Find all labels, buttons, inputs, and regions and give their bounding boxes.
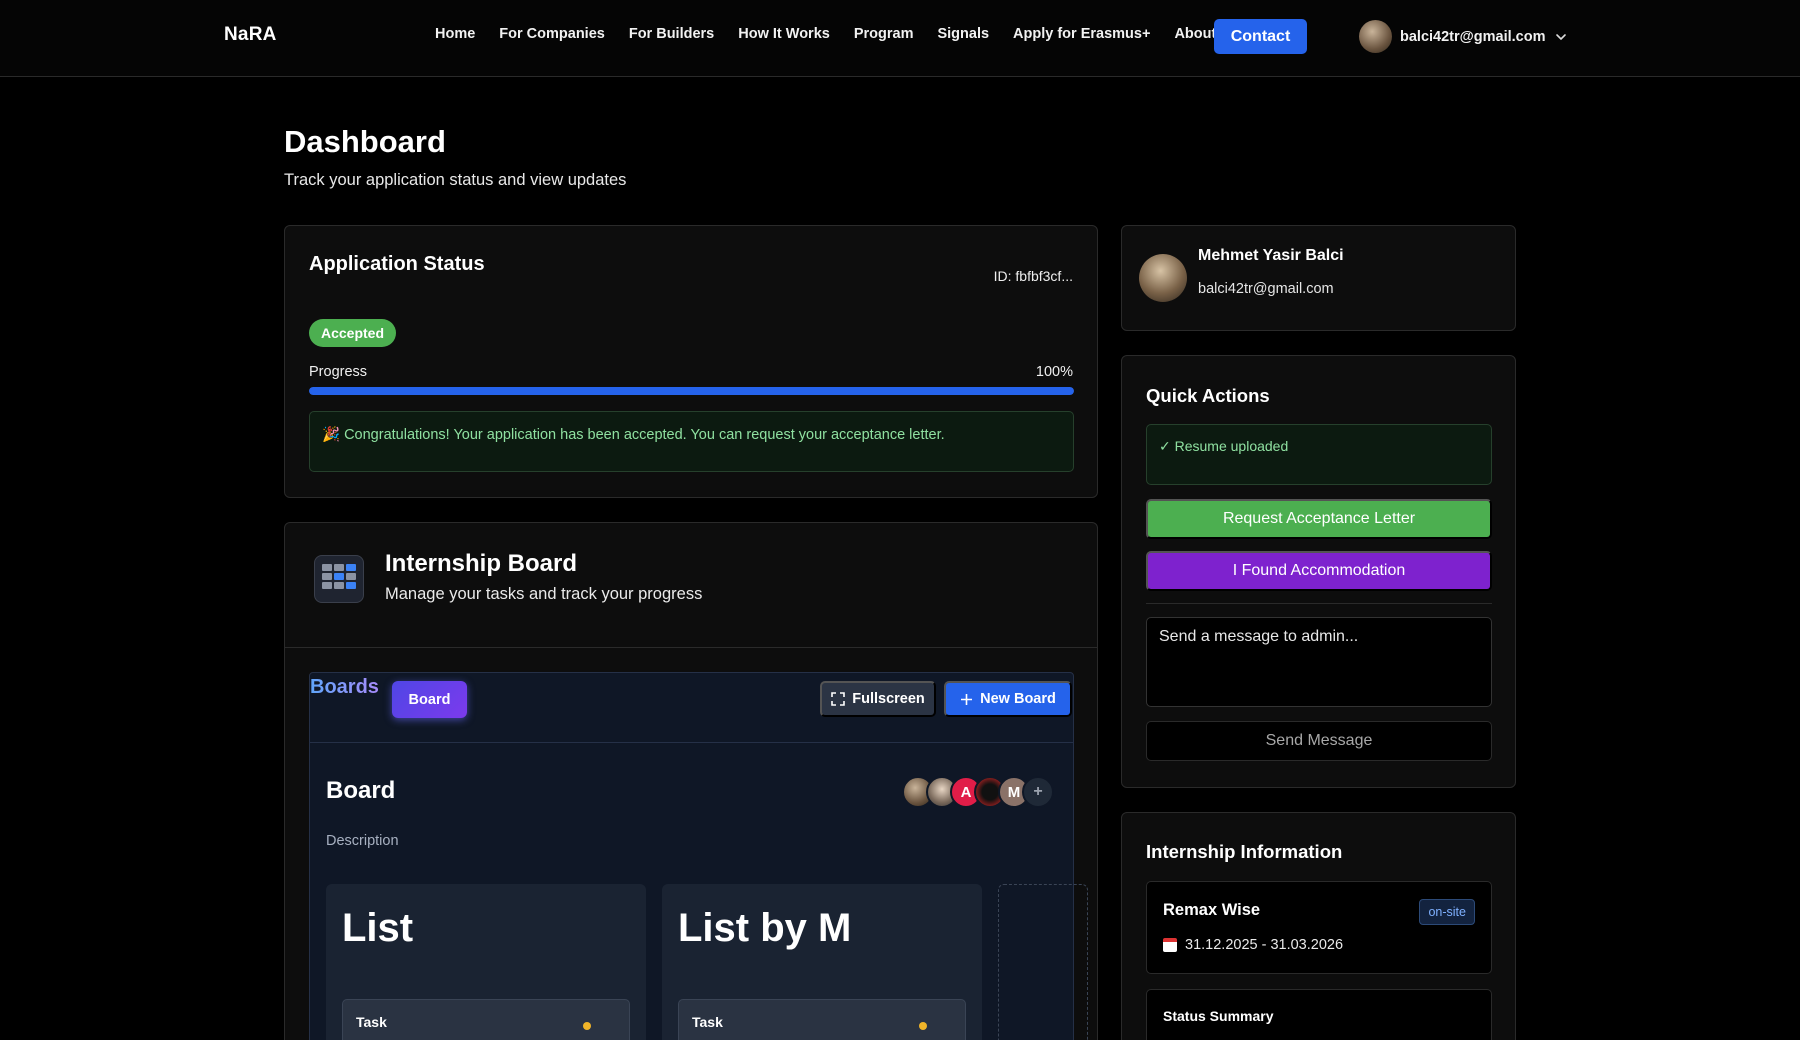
boards-toolbar: Boards Board Fullscreen New Board [310,673,1073,743]
nav-for-builders[interactable]: For Builders [629,26,714,42]
board-description[interactable]: Description [326,833,399,849]
task-card[interactable]: Task [678,999,966,1040]
nav-home[interactable]: Home [435,26,475,42]
contact-button[interactable]: Contact [1214,19,1307,54]
board-name: Board [326,777,396,804]
page-subtitle: Track your application status and view u… [284,171,627,189]
progress-bar [309,387,1074,395]
priority-dot-icon [919,1022,927,1030]
task-card[interactable]: Task [342,999,630,1040]
nav-apply-erasmus[interactable]: Apply for Erasmus+ [1013,26,1150,42]
top-navigation: NaRA Home For Companies For Builders How… [0,0,1800,77]
profile-email: balci42tr@gmail.com [1198,281,1334,297]
board-list: List Task [326,884,646,1040]
nav-links: Home For Companies For Builders How It W… [423,26,1228,42]
internship-information-card: Internship Information Remax Wise on-sit… [1121,812,1516,1040]
profile-card: Mehmet Yasir Balci balci42tr@gmail.com [1121,225,1516,331]
new-board-label: New Board [980,691,1056,707]
internship-dates: 31.12.2025 - 31.03.2026 [1163,937,1343,953]
tab-board[interactable]: Board [392,681,467,718]
site-logo[interactable]: NaRA [224,24,277,46]
board-members: A M + [902,776,1054,808]
found-accommodation-button[interactable]: I Found Accommodation [1146,551,1492,591]
user-menu-email: balci42tr@gmail.com [1400,28,1546,45]
request-acceptance-letter-button[interactable]: Request Acceptance Letter [1146,499,1492,539]
plus-icon [961,693,973,705]
nav-about[interactable]: About [1174,26,1216,42]
task-label: Task [692,1014,723,1030]
progress-label: Progress [309,364,368,380]
congratulations-message: 🎉 Congratulations! Your application has … [309,411,1074,472]
add-member-button[interactable]: + [1022,776,1054,808]
task-label: Task [356,1014,387,1030]
admin-message-input[interactable] [1146,617,1492,707]
user-menu[interactable]: balci42tr@gmail.com [1359,20,1568,53]
kanban-board-icon [314,555,364,603]
nav-signals[interactable]: Signals [937,26,989,42]
resume-status: ✓ Resume uploaded [1146,424,1492,485]
nav-program[interactable]: Program [854,26,914,42]
company-info: Remax Wise on-site 31.12.2025 - 31.03.20… [1146,881,1492,974]
user-avatar [1359,20,1392,53]
profile-avatar [1139,254,1187,302]
application-status-card: Application Status ID: fbfbf3cf... Accep… [284,225,1098,498]
fullscreen-button[interactable]: Fullscreen [820,681,936,717]
calendar-icon [1163,938,1177,952]
status-summary: Status Summary [1146,989,1492,1040]
work-mode-badge: on-site [1419,899,1475,925]
divider [1146,603,1492,604]
send-message-button[interactable]: Send Message [1146,721,1492,761]
nav-how-it-works[interactable]: How It Works [738,26,830,42]
progress-bar-fill [309,387,1074,395]
quick-actions-card: Quick Actions ✓ Resume uploaded Request … [1121,355,1516,788]
priority-dot-icon [583,1022,591,1030]
status-summary-label: Status Summary [1163,1008,1274,1024]
internship-board-card: Internship Board Manage your tasks and t… [284,522,1098,1040]
list-title[interactable]: List [342,906,413,951]
boards-panel: Boards Board Fullscreen New Board Board … [309,672,1088,1040]
board-list: List by M Task [662,884,982,1040]
fullscreen-label: Fullscreen [852,691,925,707]
application-status-title: Application Status [309,253,485,275]
add-list-column[interactable] [998,884,1088,1040]
status-badge: Accepted [309,319,397,347]
quick-actions-title: Quick Actions [1146,385,1270,406]
company-name: Remax Wise [1163,901,1261,919]
internship-board-title: Internship Board [385,550,578,577]
new-board-button[interactable]: New Board [944,681,1072,717]
date-range: 31.12.2025 - 31.03.2026 [1185,937,1344,953]
internship-board-subtitle: Manage your tasks and track your progres… [385,585,703,603]
application-id: ID: fbfbf3cf... [993,268,1073,284]
fullscreen-icon [831,692,846,706]
chevron-down-icon [1555,33,1566,40]
list-title[interactable]: List by M [678,906,851,951]
page-title: Dashboard [284,124,446,159]
profile-name: Mehmet Yasir Balci [1198,247,1344,264]
internship-information-title: Internship Information [1146,841,1343,862]
nav-for-companies[interactable]: For Companies [499,26,605,42]
progress-percent: 100% [1035,364,1073,380]
boards-label: Boards [310,676,379,698]
internship-board-header: Internship Board Manage your tasks and t… [285,523,1097,648]
